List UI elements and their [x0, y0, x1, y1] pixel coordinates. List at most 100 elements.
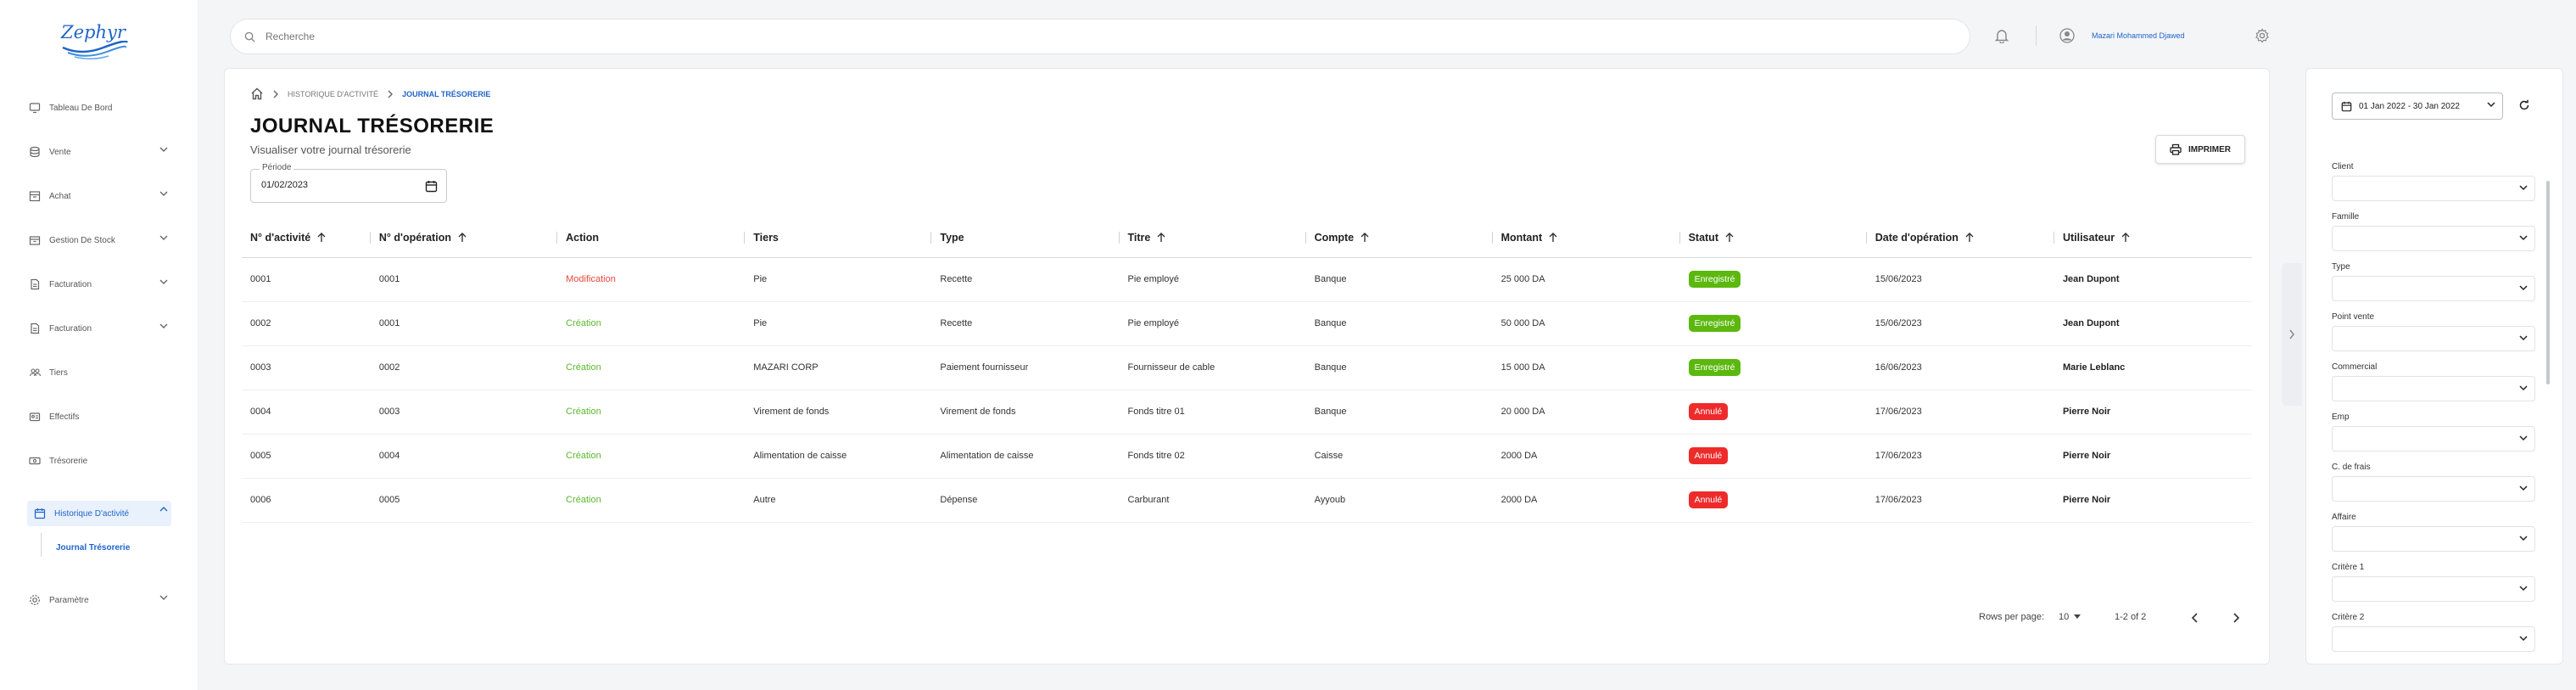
cell-date: 17/06/2023 [1866, 434, 2054, 479]
sidebar-item-vente[interactable]: Vente [29, 141, 171, 163]
sidebar-item-gestion-de-stock[interactable]: Gestion De Stock [29, 229, 171, 251]
column-header[interactable]: Titre [1119, 218, 1306, 258]
sidebar-item-historique-d-activité[interactable]: Historique D'activité [27, 501, 171, 526]
sidebar-item-facturation[interactable]: Facturation [29, 273, 171, 295]
search-input[interactable] [264, 30, 773, 43]
chevron-down-icon[interactable] [159, 323, 168, 329]
table-row[interactable]: 0004 0003 Création Virement de fonds Viremen… [242, 390, 2252, 435]
filter-panel-toggle[interactable] [2282, 263, 2302, 406]
column-header[interactable]: Utilisateur [2054, 218, 2252, 258]
calendar-icon[interactable] [425, 180, 438, 193]
sort-arrow-up-icon[interactable] [1725, 233, 1734, 243]
column-header[interactable]: N° d'activité [242, 218, 371, 258]
print-label: IMPRIMER [2188, 144, 2231, 154]
cell-action: Création [557, 345, 746, 390]
gear-icon[interactable] [2255, 28, 2270, 43]
column-header-label: Montant [1500, 231, 1543, 244]
sidebar-item-achat[interactable]: Achat [29, 185, 171, 207]
filter-select[interactable] [2332, 526, 2535, 552]
sort-arrow-up-icon[interactable] [1157, 233, 1165, 243]
sidebar-item-facturation[interactable]: Facturation [29, 317, 171, 339]
filter-select[interactable] [2332, 326, 2535, 351]
table-row[interactable]: 0006 0005 Création Autre Dépense Carburant Ayy… [242, 478, 2252, 523]
column-header[interactable]: Montant [1492, 218, 1680, 258]
user-name[interactable]: Mazari Mohammed Djawed [2092, 31, 2185, 40]
sidebar-item-tableau-de-bord[interactable]: Tableau De Bord [29, 97, 171, 119]
date-range-picker[interactable]: 01 Jan 2022 - 30 Jan 2022 [2332, 93, 2503, 120]
cell-statut: Enregistré [1679, 345, 1867, 390]
main-panel: HISTORIQUE D'ACTIVITÉ JOURNAL TRÉSORERIE… [224, 68, 2270, 665]
filter-label: C. de frais [2332, 463, 2371, 472]
table-row[interactable]: 0003 0002 Création MAZARI CORP Paiement four… [242, 345, 2252, 390]
sidebar-item-effectifs[interactable]: Effectifs [29, 406, 171, 428]
chevron-down-icon[interactable] [159, 594, 168, 601]
print-button[interactable]: IMPRIMER [2155, 135, 2245, 164]
sort-arrow-up-icon[interactable] [317, 233, 326, 243]
column-header[interactable]: Statut [1679, 218, 1867, 258]
chevron-down-icon [2519, 185, 2528, 191]
sort-arrow-up-icon[interactable] [458, 233, 467, 243]
cell-statut: Annulé [1679, 434, 1867, 479]
next-page-icon[interactable] [2232, 613, 2240, 623]
brand-logo[interactable]: Zephyr [56, 19, 132, 63]
breadcrumb-parent[interactable]: HISTORIQUE D'ACTIVITÉ [288, 90, 378, 98]
rows-per-page-select[interactable]: 10 [2059, 612, 2081, 622]
filter-label: Critère 2 [2332, 613, 2365, 622]
refresh-icon[interactable] [2518, 99, 2530, 111]
filter-select[interactable] [2332, 226, 2535, 251]
cell-activite: 0001 [242, 257, 371, 302]
history-icon [34, 508, 46, 519]
cell-tiers: Pie [745, 257, 932, 302]
sidebar-subitem-journal-tresorerie[interactable]: Journal Trésorerie [56, 543, 130, 553]
filter-select[interactable] [2332, 476, 2535, 502]
period-field[interactable]: Période [250, 163, 447, 203]
prev-page-icon[interactable] [2191, 613, 2199, 623]
period-input[interactable] [260, 179, 387, 191]
sidebar: Zephyr Tableau De Bord Vente Achat Gestion … [0, 0, 198, 690]
cell-date: 15/06/2023 [1866, 257, 2054, 302]
filter-select[interactable] [2332, 176, 2535, 201]
gear-icon [29, 594, 41, 606]
sort-arrow-up-icon[interactable] [1965, 233, 1974, 243]
cash-icon [29, 455, 41, 467]
filter-select[interactable] [2332, 576, 2535, 602]
filter-select[interactable] [2332, 376, 2535, 401]
column-header[interactable]: N° d'opération [370, 218, 558, 258]
sidebar-item-label: Historique D'activité [54, 508, 130, 519]
table-row[interactable]: 0002 0001 Création Pie Recette Pie employé Ban… [242, 301, 2252, 346]
filter-select[interactable] [2332, 626, 2535, 652]
cell-tiers: Autre [745, 478, 932, 523]
filter-scrollbar[interactable] [2546, 181, 2550, 384]
table-row[interactable]: 0005 0004 Création Alimentation de caisse Al… [242, 434, 2252, 479]
topbar-divider [2036, 25, 2037, 46]
search-bar[interactable] [230, 19, 1970, 54]
sidebar-item-trésorerie[interactable]: Trésorerie [29, 450, 171, 472]
table-row[interactable]: 0001 0001 Modification Pie Recette Pie employ… [242, 257, 2252, 302]
cell-activite: 0004 [242, 390, 371, 435]
users-icon [29, 367, 41, 379]
filter-select[interactable] [2332, 276, 2535, 301]
chevron-up-icon[interactable] [159, 506, 168, 513]
bell-icon[interactable] [1995, 28, 2009, 43]
chevron-down-icon[interactable] [159, 146, 168, 153]
column-header-label: Tiers [753, 231, 779, 244]
wave-icon [62, 41, 129, 60]
sort-arrow-up-icon[interactable] [1549, 233, 1557, 243]
sidebar-item-paramètre[interactable]: Paramètre [29, 589, 171, 611]
cell-date: 15/06/2023 [1866, 301, 2054, 346]
id-card-icon [29, 411, 41, 423]
cell-type: Recette [931, 257, 1120, 302]
chevron-down-icon[interactable] [159, 234, 168, 241]
user-avatar-icon[interactable] [2059, 28, 2075, 43]
box-icon [29, 234, 41, 246]
sort-arrow-up-icon[interactable] [2121, 233, 2130, 243]
home-icon[interactable] [250, 87, 264, 100]
filter-select[interactable] [2332, 426, 2535, 452]
column-header[interactable]: Compte [1305, 218, 1493, 258]
cell-montant: 2000 DA [1492, 478, 1680, 523]
column-header[interactable]: Date d'opération [1866, 218, 2054, 258]
sidebar-item-tiers[interactable]: Tiers [29, 362, 171, 384]
chevron-down-icon[interactable] [159, 278, 168, 285]
chevron-down-icon[interactable] [159, 190, 168, 197]
sort-arrow-up-icon[interactable] [1361, 233, 1369, 243]
